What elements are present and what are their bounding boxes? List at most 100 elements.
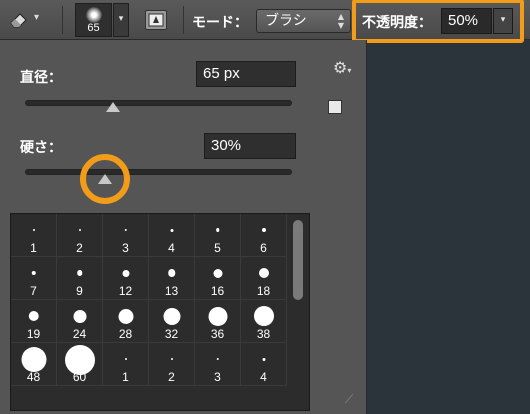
preset-scrollbar[interactable] bbox=[289, 214, 309, 410]
brush-tip-icon bbox=[21, 346, 46, 372]
brush-tip-icon bbox=[163, 307, 180, 325]
hardness-slider[interactable] bbox=[25, 169, 292, 175]
brush-preset-cell[interactable]: 38 bbox=[241, 300, 287, 343]
brush-size-label: 36 bbox=[210, 327, 225, 341]
diameter-label: 直径： bbox=[20, 70, 62, 86]
brush-tip-icon bbox=[215, 228, 220, 232]
brush-size-label: 2 bbox=[168, 370, 175, 384]
brush-size-label: 6 bbox=[260, 241, 267, 255]
brush-tip-icon bbox=[258, 268, 269, 278]
brush-preset-cell[interactable]: 48 bbox=[11, 343, 57, 386]
brush-tip-icon bbox=[261, 228, 266, 232]
brush-preset-cell[interactable]: 13 bbox=[149, 257, 195, 300]
brush-size-label: 7 bbox=[30, 284, 37, 298]
brush-size-label: 18 bbox=[256, 284, 271, 298]
brush-tip-icon bbox=[32, 229, 35, 231]
brush-size-label: 1 bbox=[122, 370, 129, 384]
brush-tip-icon bbox=[213, 268, 222, 278]
opacity-highlight-box bbox=[352, 0, 524, 43]
hardness-highlight-circle bbox=[80, 154, 130, 204]
hardness-input[interactable]: 30% bbox=[204, 133, 296, 159]
brush-tip-icon bbox=[76, 270, 83, 276]
brush-tip-icon bbox=[124, 228, 127, 232]
brush-tip-icon bbox=[86, 7, 102, 23]
brush-size-label: 19 bbox=[26, 327, 41, 341]
brush-size-label: 13 bbox=[164, 284, 179, 298]
brush-preset-cell[interactable]: 12 bbox=[103, 257, 149, 300]
mode-label: モード： bbox=[192, 15, 248, 31]
brush-tip-icon bbox=[124, 358, 127, 360]
tool-preset-dropdown-icon[interactable]: ▾ bbox=[34, 12, 39, 23]
brush-preset-cell[interactable]: 1 bbox=[103, 343, 149, 386]
brush-preset-cell[interactable]: 60 bbox=[57, 343, 103, 386]
brush-preset-cell[interactable]: 28 bbox=[103, 300, 149, 343]
brush-size-label: 32 bbox=[164, 327, 179, 341]
brush-tip-icon bbox=[170, 358, 173, 360]
brush-size-label: 28 bbox=[118, 327, 133, 341]
brush-preset-cell[interactable]: 18 bbox=[241, 257, 287, 300]
mode-value: ブラシ bbox=[265, 13, 307, 29]
brush-tip-icon bbox=[122, 269, 129, 277]
brush-preset-cell[interactable]: 2 bbox=[57, 214, 103, 257]
brush-preset-cell[interactable]: 9 bbox=[57, 257, 103, 300]
brush-size-label: 4 bbox=[260, 370, 267, 384]
brush-size-label: 38 bbox=[256, 327, 271, 341]
brush-preset-cell[interactable]: 3 bbox=[103, 214, 149, 257]
brush-preset-cell[interactable]: 19 bbox=[11, 300, 57, 343]
diameter-input[interactable]: 65 px bbox=[196, 61, 296, 87]
brush-tip-icon bbox=[31, 270, 36, 276]
brush-tip-icon bbox=[253, 306, 274, 326]
brush-preset-cell[interactable]: 2 bbox=[149, 343, 195, 386]
brush-preset-cell[interactable]: 16 bbox=[195, 257, 241, 300]
brush-size-label: 1 bbox=[30, 241, 37, 255]
brush-preset-cell[interactable]: 24 bbox=[57, 300, 103, 343]
hardness-label: 硬さ： bbox=[20, 140, 62, 156]
brush-tip-icon bbox=[118, 308, 133, 324]
brush-size-label: 65 bbox=[87, 22, 100, 34]
resize-grip-icon[interactable]: ⟋ bbox=[345, 392, 353, 407]
brush-size-label: 16 bbox=[210, 284, 225, 298]
brush-tip-icon bbox=[262, 357, 265, 361]
diameter-slider-thumb[interactable] bbox=[106, 102, 121, 112]
brush-tip-icon bbox=[78, 229, 81, 231]
preset-cells: 1 2 3 4 5 6 7 9 12 13 16 18 19 24 28 32 36 38 48 60 1 2 3 4 bbox=[11, 214, 287, 412]
separator bbox=[62, 6, 63, 34]
brush-preset-cell[interactable]: 3 bbox=[195, 343, 241, 386]
brush-tip-icon bbox=[73, 309, 86, 323]
brush-size-label: 48 bbox=[26, 370, 41, 384]
brush-size-label: 3 bbox=[214, 370, 221, 384]
brush-preset-panel: 直径： 65 px ⚙▾ 硬さ： 30% 1 2 3 4 5 6 7 9 12 13 16 18 19 2… bbox=[0, 40, 367, 414]
brush-size-label: 5 bbox=[214, 241, 221, 255]
new-preset-icon[interactable] bbox=[328, 100, 342, 114]
brush-preset-grid: 1 2 3 4 5 6 7 9 12 13 16 18 19 24 28 32 36 38 48 60 1 2 3 4 bbox=[10, 213, 310, 411]
brush-size-label: 12 bbox=[118, 284, 133, 298]
gear-icon[interactable]: ⚙▾ bbox=[333, 58, 351, 77]
brush-preset-cell[interactable]: 4 bbox=[149, 214, 195, 257]
brush-size-label: 24 bbox=[72, 327, 87, 341]
brush-preset-cell[interactable]: 6 bbox=[241, 214, 287, 257]
select-arrows-icon: ▲ ▼ bbox=[337, 12, 344, 30]
brush-preset-cell[interactable]: 32 bbox=[149, 300, 195, 343]
mode-select[interactable]: ブラシ ▲ ▼ bbox=[256, 9, 351, 33]
brush-tip-icon bbox=[216, 357, 219, 361]
brush-preset-picker[interactable]: 65 bbox=[75, 3, 112, 37]
brush-size-label: 9 bbox=[76, 284, 83, 298]
brush-tip-icon bbox=[170, 228, 173, 232]
brush-preset-cell[interactable]: 1 bbox=[11, 214, 57, 257]
separator bbox=[183, 6, 184, 34]
scrollbar-thumb[interactable] bbox=[293, 220, 303, 300]
toggle-brush-panel-button[interactable] bbox=[145, 10, 167, 30]
brush-size-label: 4 bbox=[168, 241, 175, 255]
brush-size-label: 2 bbox=[76, 241, 83, 255]
brush-preset-cell[interactable]: 5 bbox=[195, 214, 241, 257]
diameter-slider[interactable] bbox=[25, 100, 292, 106]
brush-panel-icon bbox=[148, 13, 164, 27]
brush-preset-cell[interactable]: 7 bbox=[11, 257, 57, 300]
brush-tip-icon bbox=[28, 310, 39, 322]
brush-preset-cell[interactable]: 36 bbox=[195, 300, 241, 343]
brush-tip-icon bbox=[208, 306, 227, 326]
brush-preset-dropdown-icon[interactable]: ▾ bbox=[113, 3, 129, 37]
eraser-tool-icon[interactable] bbox=[8, 8, 30, 30]
brush-tip-icon bbox=[167, 269, 176, 277]
brush-preset-cell[interactable]: 4 bbox=[241, 343, 287, 386]
